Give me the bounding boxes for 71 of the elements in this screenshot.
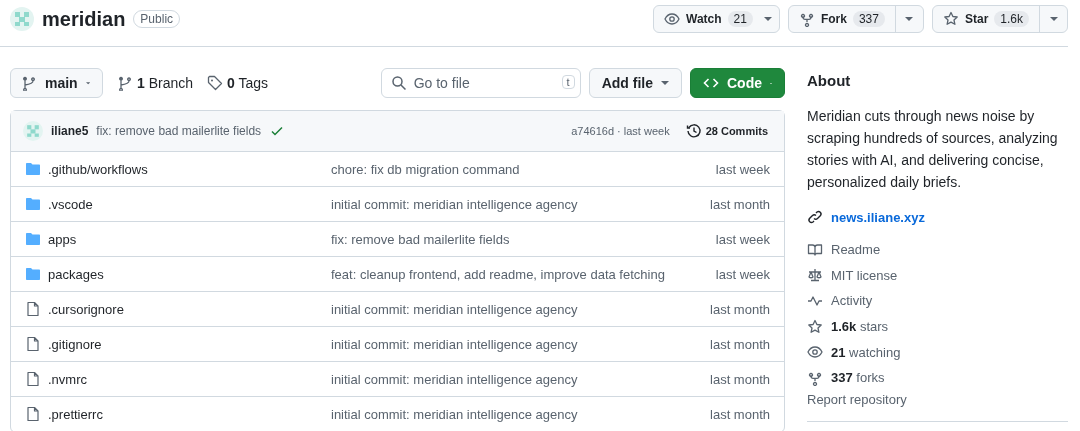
- branch-icon: [117, 75, 133, 91]
- count-label: 337: [852, 11, 885, 27]
- star-link[interactable]: 1.6k stars: [807, 313, 1068, 340]
- law-link[interactable]: MIT license: [807, 262, 1068, 289]
- shortcut-key: t: [561, 75, 575, 89]
- commit-message[interactable]: initial commit: meridian intelligence agency: [331, 406, 710, 422]
- fork-icon: [798, 11, 815, 27]
- author-avatar-icon: [23, 121, 43, 141]
- branch-icon: [21, 75, 37, 91]
- file-icon: [25, 301, 41, 317]
- commit-time: last week: [715, 161, 770, 177]
- commit-message[interactable]: initial commit: meridian intelligence agency: [331, 371, 710, 387]
- folder-icon: [25, 266, 41, 282]
- commit-time: last month: [710, 371, 770, 387]
- commit-time: last month: [710, 406, 770, 422]
- file-name[interactable]: .vscode: [48, 196, 331, 212]
- file-name[interactable]: packages: [48, 266, 331, 282]
- branches-link[interactable]: 1 Branch: [117, 75, 194, 91]
- file-icon: [25, 336, 41, 352]
- commits-link[interactable]: 28 Commits: [685, 123, 768, 139]
- commit-author[interactable]: iliane5: [51, 124, 89, 138]
- file-icon: [25, 406, 41, 422]
- commit-message[interactable]: fix: remove bad mailerlite fields: [331, 231, 716, 247]
- file-name[interactable]: apps: [48, 231, 331, 247]
- file-name[interactable]: .gitignore: [48, 336, 331, 352]
- star-icon: [807, 318, 823, 335]
- file-name[interactable]: .cursorignore: [48, 301, 331, 317]
- file-name[interactable]: .github/workflows: [48, 161, 331, 177]
- pulse-link[interactable]: Activity: [807, 288, 1068, 314]
- file-name[interactable]: .prettierrc: [48, 406, 331, 422]
- commit-message[interactable]: initial commit: meridian intelligence agency: [331, 196, 710, 212]
- commit-time: last month: [710, 196, 770, 212]
- folder-icon: [25, 196, 41, 212]
- file-name[interactable]: .nvmrc: [48, 371, 331, 387]
- folder-icon: [25, 231, 41, 247]
- commit-message[interactable]: feat: cleanup frontend, add readme, improve data fetching: [331, 266, 716, 282]
- commit-time: last week: [715, 231, 770, 247]
- count-label: 21: [727, 11, 753, 27]
- eye-link[interactable]: 21 watching: [807, 339, 1068, 365]
- repo-description: Meridian cuts through news noise by scraping hundreds of sources, analyzing stories with AI, and delivering concise, personalized daily briefs.: [807, 107, 1059, 192]
- commit-time: last month: [710, 301, 770, 317]
- branch-button[interactable]: main: [10, 68, 103, 98]
- book-icon: [807, 241, 823, 258]
- commit-message[interactable]: initial commit: meridian intelligence agency: [331, 301, 710, 317]
- commit-message[interactable]: fix: remove bad mailerlite fields: [96, 124, 262, 138]
- watch-icon: [664, 11, 680, 27]
- repo-avatar-icon: [10, 7, 34, 31]
- about-heading: About: [807, 72, 852, 89]
- fork-link[interactable]: 337 forks: [807, 364, 1068, 391]
- commit-message[interactable]: chore: fix db migration command: [331, 161, 716, 177]
- tags-link[interactable]: 0 Tags: [207, 75, 269, 91]
- code-button[interactable]: Code: [690, 68, 785, 98]
- tag-icon: [207, 75, 224, 91]
- history-icon: [685, 123, 702, 139]
- repo-name[interactable]: meridian: [42, 7, 126, 31]
- star-icon: [942, 11, 959, 27]
- commit-time: last week: [715, 266, 770, 282]
- count-label: 1.6k: [994, 11, 1029, 27]
- commit-time: last month: [710, 336, 770, 352]
- report-link[interactable]: Report repository: [807, 391, 1068, 407]
- commit-message[interactable]: initial commit: meridian intelligence agency: [331, 336, 710, 352]
- law-icon: [807, 267, 823, 284]
- folder-icon: [25, 161, 41, 177]
- file-icon: [25, 371, 41, 387]
- add-file-button[interactable]: Add file: [588, 68, 682, 98]
- commit-hash-time: a74616d · last week: [571, 125, 670, 137]
- website-link[interactable]: news.iliane.xyz: [807, 209, 1068, 225]
- link-icon: [807, 209, 823, 225]
- search-icon: [390, 75, 407, 91]
- book-link[interactable]: Readme: [807, 237, 1068, 263]
- eye-icon: [807, 344, 823, 361]
